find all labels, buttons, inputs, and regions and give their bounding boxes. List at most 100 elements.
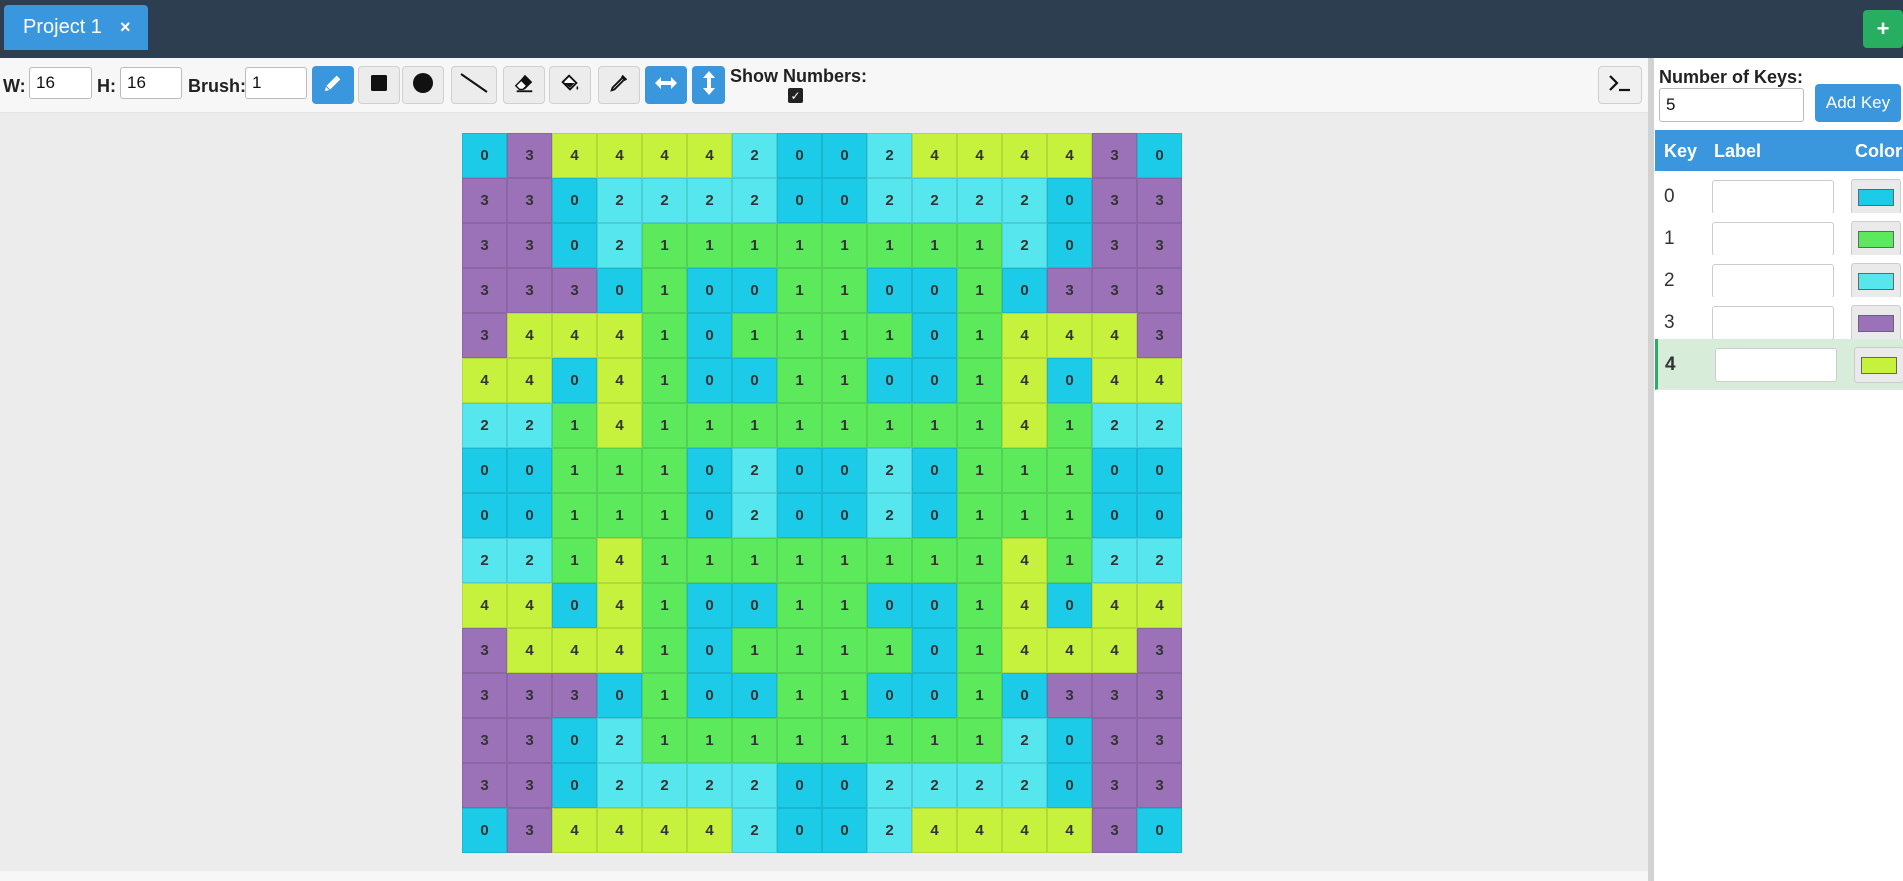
key-color-picker[interactable] <box>1854 347 1903 383</box>
grid-cell[interactable]: 4 <box>642 133 687 178</box>
grid-cell[interactable]: 1 <box>777 358 822 403</box>
grid-cell[interactable]: 2 <box>732 763 777 808</box>
grid-cell[interactable]: 1 <box>957 493 1002 538</box>
grid-cell[interactable]: 4 <box>597 628 642 673</box>
grid-cell[interactable]: 1 <box>822 358 867 403</box>
key-color-picker[interactable] <box>1851 179 1901 215</box>
grid-cell[interactable]: 3 <box>1092 223 1137 268</box>
grid-cell[interactable]: 0 <box>777 448 822 493</box>
grid-cell[interactable]: 0 <box>732 268 777 313</box>
grid-cell[interactable]: 2 <box>642 178 687 223</box>
grid-cell[interactable]: 0 <box>1047 178 1092 223</box>
grid-cell[interactable]: 4 <box>912 808 957 853</box>
grid-cell[interactable]: 3 <box>507 223 552 268</box>
grid-cell[interactable]: 2 <box>597 178 642 223</box>
line-tool[interactable] <box>451 66 497 104</box>
grid-cell[interactable]: 1 <box>867 628 912 673</box>
grid-cell[interactable]: 2 <box>732 493 777 538</box>
grid-cell[interactable]: 0 <box>777 133 822 178</box>
grid-cell[interactable]: 0 <box>462 448 507 493</box>
grid-cell[interactable]: 0 <box>867 358 912 403</box>
grid-cell[interactable]: 2 <box>687 763 732 808</box>
grid-cell[interactable]: 1 <box>867 223 912 268</box>
grid-cell[interactable]: 4 <box>912 133 957 178</box>
grid-cell[interactable]: 1 <box>867 313 912 358</box>
grid-cell[interactable]: 2 <box>1092 538 1137 583</box>
grid-cell[interactable]: 1 <box>552 493 597 538</box>
grid-cell[interactable]: 1 <box>642 673 687 718</box>
rectangle-tool[interactable] <box>358 66 400 104</box>
mirror-horizontal-toggle[interactable] <box>645 66 687 104</box>
grid-cell[interactable]: 4 <box>1002 628 1047 673</box>
grid-cell[interactable]: 4 <box>1002 313 1047 358</box>
grid-cell[interactable]: 3 <box>507 763 552 808</box>
grid-cell[interactable]: 4 <box>1002 133 1047 178</box>
grid-cell[interactable]: 4 <box>1092 628 1137 673</box>
grid-cell[interactable]: 1 <box>957 268 1002 313</box>
eraser-tool[interactable] <box>503 66 545 104</box>
mirror-vertical-toggle[interactable] <box>692 66 725 104</box>
grid-cell[interactable]: 0 <box>687 628 732 673</box>
eyedropper-tool[interactable] <box>598 66 640 104</box>
grid-cell[interactable]: 1 <box>642 448 687 493</box>
width-input[interactable] <box>29 67 92 99</box>
grid-cell[interactable]: 0 <box>1137 448 1182 493</box>
height-input[interactable] <box>120 67 182 99</box>
grid-cell[interactable]: 3 <box>462 628 507 673</box>
grid-cell[interactable]: 3 <box>1137 268 1182 313</box>
grid-cell[interactable]: 0 <box>687 673 732 718</box>
grid-cell[interactable]: 1 <box>822 313 867 358</box>
grid-cell[interactable]: 1 <box>1002 448 1047 493</box>
grid-cell[interactable]: 4 <box>687 133 732 178</box>
grid-cell[interactable]: 0 <box>1002 673 1047 718</box>
grid-cell[interactable]: 1 <box>732 538 777 583</box>
grid-cell[interactable]: 0 <box>1047 763 1092 808</box>
grid-cell[interactable]: 1 <box>642 583 687 628</box>
grid-cell[interactable]: 1 <box>822 583 867 628</box>
grid-cell[interactable]: 4 <box>1047 628 1092 673</box>
grid-cell[interactable]: 3 <box>462 223 507 268</box>
grid-cell[interactable]: 3 <box>1137 718 1182 763</box>
grid-cell[interactable]: 0 <box>1047 718 1092 763</box>
brush-size-input[interactable] <box>245 67 307 99</box>
grid-cell[interactable]: 0 <box>732 358 777 403</box>
tab-project-1[interactable]: Project 1 × <box>4 5 148 50</box>
grid-cell[interactable]: 0 <box>1137 133 1182 178</box>
grid-cell[interactable]: 4 <box>462 358 507 403</box>
grid-cell[interactable]: 1 <box>777 718 822 763</box>
grid-cell[interactable]: 1 <box>552 403 597 448</box>
grid-cell[interactable]: 1 <box>732 403 777 448</box>
grid-cell[interactable]: 2 <box>1137 538 1182 583</box>
grid-cell[interactable]: 1 <box>552 448 597 493</box>
grid-cell[interactable]: 1 <box>777 223 822 268</box>
grid-cell[interactable]: 0 <box>552 358 597 403</box>
grid-cell[interactable]: 2 <box>867 763 912 808</box>
grid-cell[interactable]: 0 <box>1137 808 1182 853</box>
grid-cell[interactable]: 0 <box>822 493 867 538</box>
grid-cell[interactable]: 0 <box>1092 493 1137 538</box>
grid-cell[interactable]: 1 <box>732 223 777 268</box>
grid-cell[interactable]: 2 <box>1137 403 1182 448</box>
key-label-input[interactable] <box>1712 222 1834 256</box>
grid-cell[interactable]: 3 <box>1137 763 1182 808</box>
grid-cell[interactable]: 3 <box>1047 268 1092 313</box>
grid-cell[interactable]: 1 <box>957 448 1002 493</box>
grid-cell[interactable]: 3 <box>552 268 597 313</box>
grid-cell[interactable]: 2 <box>912 763 957 808</box>
grid-cell[interactable]: 1 <box>957 673 1002 718</box>
grid-cell[interactable]: 4 <box>552 808 597 853</box>
grid-cell[interactable]: 4 <box>597 808 642 853</box>
grid-cell[interactable]: 1 <box>642 403 687 448</box>
grid-cell[interactable]: 1 <box>957 313 1002 358</box>
grid-cell[interactable]: 0 <box>912 268 957 313</box>
grid-cell[interactable]: 0 <box>732 673 777 718</box>
key-color-picker[interactable] <box>1851 263 1901 299</box>
grid-cell[interactable]: 3 <box>552 673 597 718</box>
grid-cell[interactable]: 1 <box>777 673 822 718</box>
grid-cell[interactable]: 0 <box>912 673 957 718</box>
grid-cell[interactable]: 1 <box>867 718 912 763</box>
grid-cell[interactable]: 1 <box>642 313 687 358</box>
grid-cell[interactable]: 4 <box>1002 808 1047 853</box>
grid-cell[interactable]: 2 <box>597 223 642 268</box>
grid-cell[interactable]: 0 <box>867 583 912 628</box>
